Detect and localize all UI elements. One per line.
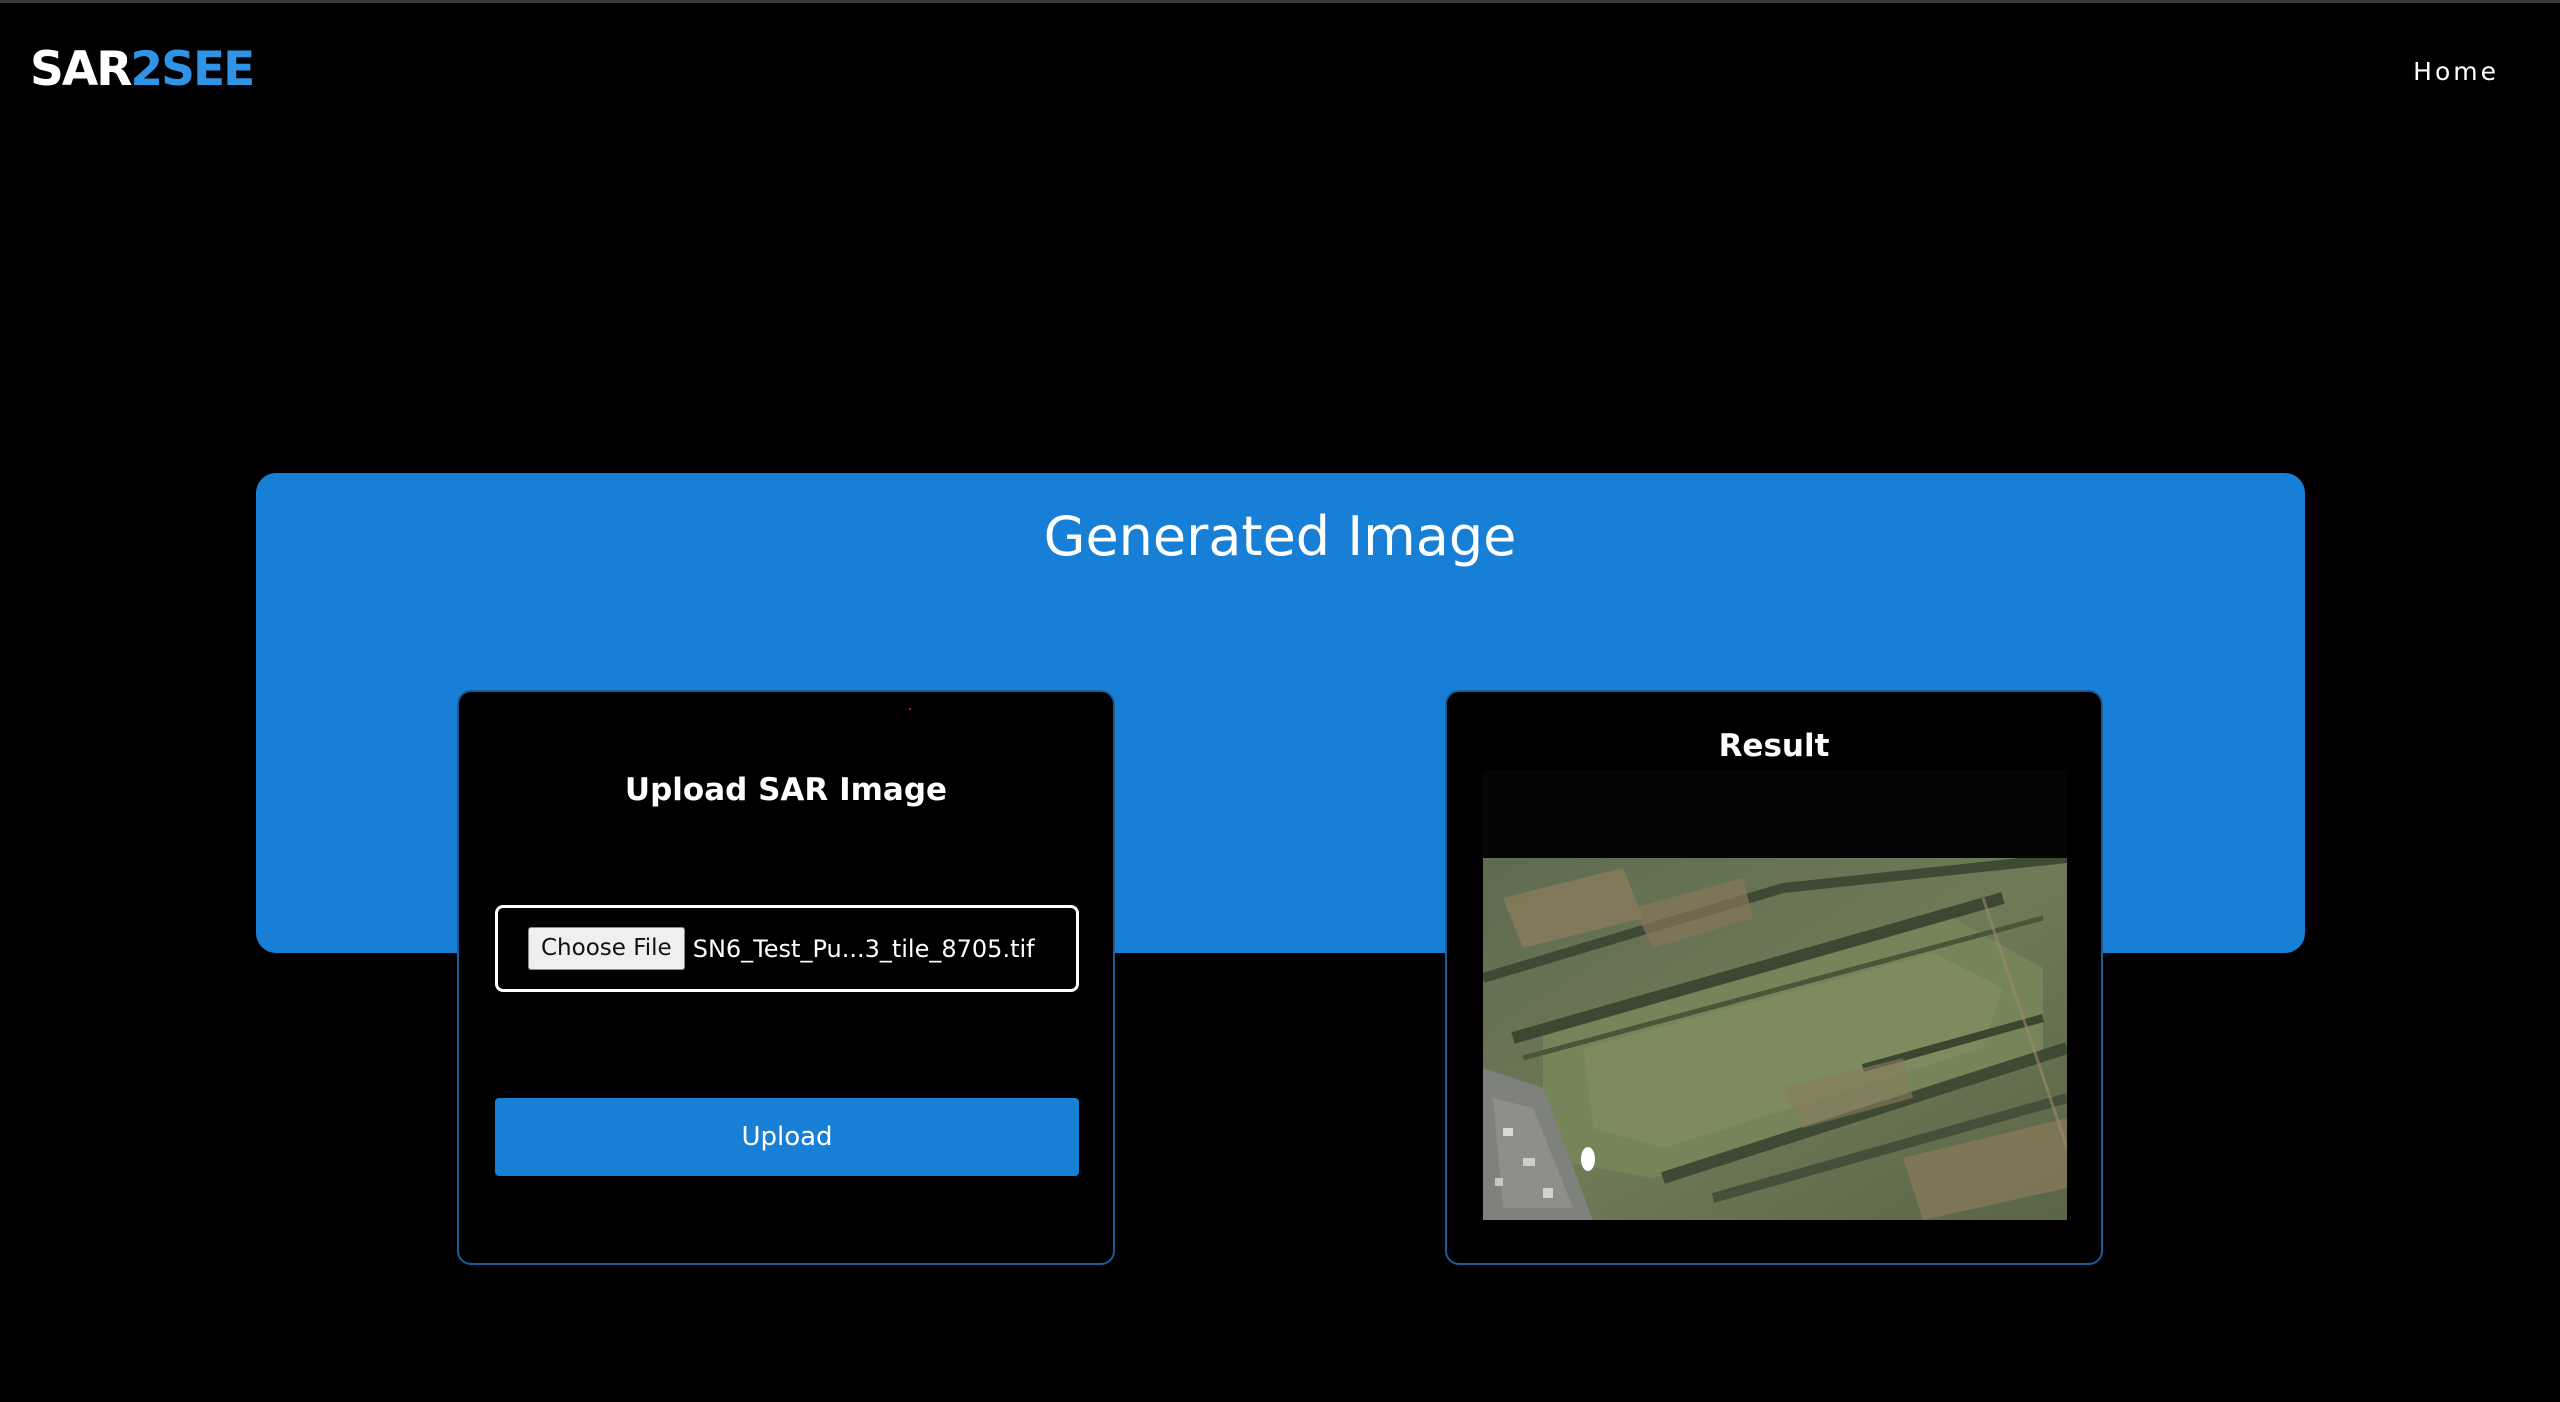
upload-card-title: Upload SAR Image bbox=[624, 772, 948, 808]
selected-file-name: SN6_Test_Pu...3_tile_8705.tif bbox=[692, 934, 1035, 963]
marker-dot bbox=[909, 708, 911, 710]
page-title: Generated Image bbox=[1043, 505, 1517, 568]
result-card: Result bbox=[1445, 690, 2103, 1265]
aerial-image bbox=[1483, 858, 2067, 1220]
page: SAR2SEE Home Generated Image Upload SAR … bbox=[0, 0, 2560, 1402]
logo-text-2see: 2SEE bbox=[130, 42, 255, 97]
choose-file-button[interactable]: Choose File bbox=[528, 927, 685, 970]
nav-home-link[interactable]: Home bbox=[2413, 57, 2499, 86]
top-border bbox=[0, 0, 2560, 3]
result-image bbox=[1483, 858, 2067, 1220]
result-card-title: Result bbox=[1718, 728, 1830, 764]
logo[interactable]: SAR2SEE bbox=[30, 42, 255, 98]
file-input[interactable]: Choose File SN6_Test_Pu...3_tile_8705.ti… bbox=[495, 905, 1079, 992]
logo-text-sar: SAR bbox=[30, 42, 132, 97]
upload-card: Upload SAR Image Choose File SN6_Test_Pu… bbox=[457, 690, 1115, 1265]
upload-button[interactable]: Upload bbox=[495, 1098, 1079, 1176]
